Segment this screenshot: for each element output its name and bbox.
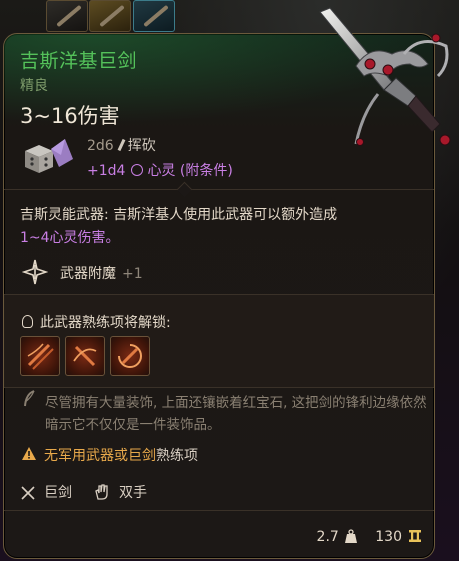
quill-icon [24, 390, 35, 407]
damage-line-psychic: +1d4 心灵 (附条件) [87, 160, 233, 180]
lore-text: 尽管拥有大量装饰, 上面还镶嵌着红宝石, 这把剑的锋利边缘依然暗示它不仅仅是一件… [45, 395, 427, 433]
proficiency-header: 此武器熟练项将解锁: [22, 312, 171, 332]
divider-notch [176, 181, 193, 198]
hotbar-slot[interactable] [133, 0, 175, 32]
item-name: 吉斯洋基巨剑 [20, 50, 138, 72]
divider [4, 189, 434, 190]
enchantment-label: 武器附魔 [60, 266, 116, 282]
warning-highlight: 无军用武器或巨剑 [44, 448, 156, 464]
item-rarity: 精良 [20, 78, 48, 94]
lightbulb-icon [22, 315, 33, 328]
psychic-icon [131, 164, 144, 176]
warning-icon [22, 447, 36, 460]
damage-line-slashing: 2d6 挥砍 [87, 135, 156, 155]
divider [4, 510, 434, 511]
slashing-icon [117, 138, 126, 152]
hotbar-slot[interactable] [46, 0, 88, 32]
property-greatsword: 巨剑 [20, 482, 72, 502]
item-weight: 2.7 [317, 529, 357, 545]
warning-rest: 熟练项 [156, 448, 198, 464]
crossed-swords-icon [21, 486, 35, 500]
damage-type: 心灵 (附条件) [147, 163, 233, 179]
enchantment-line: 武器附魔 +1 [60, 263, 143, 283]
description-line-psychic: 1~4心灵伤害。 [20, 230, 120, 246]
hand-icon [95, 484, 108, 500]
weapon-action-lacerate-icon[interactable] [65, 336, 105, 376]
weight-icon [344, 529, 357, 543]
description-line: 吉斯灵能武器: 吉斯洋基人使用此武器可以额外造成 [20, 207, 338, 223]
property-two-handed: 双手 [93, 482, 147, 502]
damage-dice: +1d4 [87, 163, 126, 179]
item-value: 130 [375, 529, 422, 545]
damage-range: 3~16伤害 [20, 104, 120, 128]
gold-icon [409, 530, 421, 542]
proficiency-warning: 无军用武器或巨剑熟练项 [44, 445, 198, 465]
dice-icon [25, 139, 73, 173]
weapon-action-cleave-icon[interactable] [110, 336, 150, 376]
enchantment-icon [22, 259, 48, 285]
weapon-action-slash-icon[interactable] [20, 336, 60, 376]
hotbar-slot[interactable] [89, 0, 131, 32]
item-greatsword-art [319, 7, 451, 146]
damage-type: 挥砍 [127, 138, 156, 154]
item-stats: 2.7 130 [303, 529, 422, 545]
enchantment-value: +1 [122, 266, 143, 282]
damage-dice: 2d6 [87, 138, 114, 154]
